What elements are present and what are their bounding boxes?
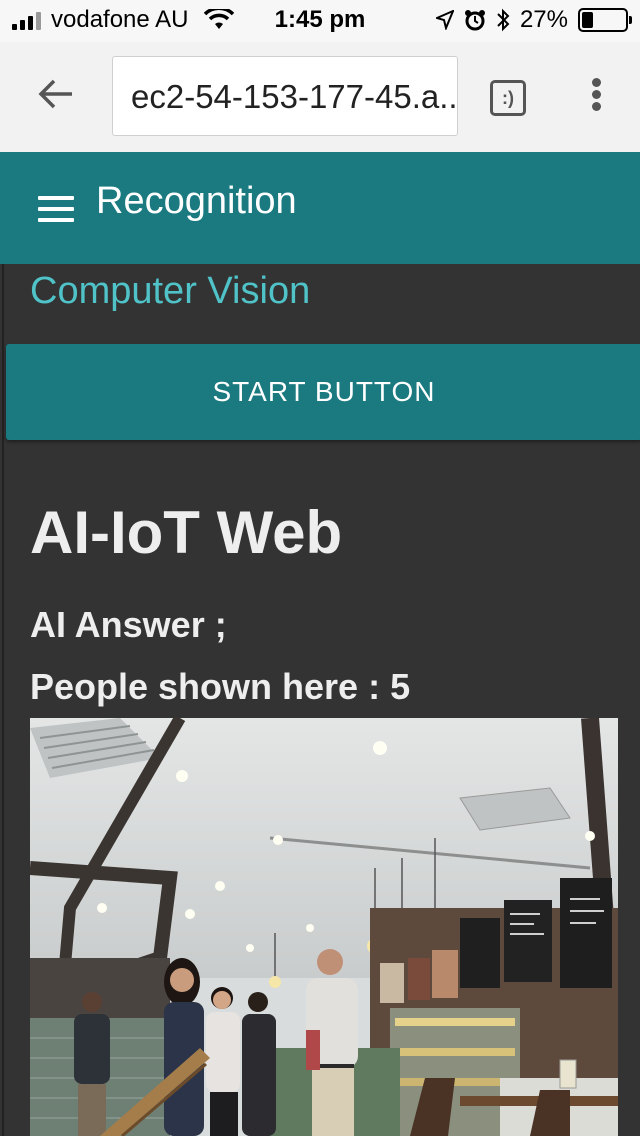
alarm-icon [464,10,485,31]
start-button[interactable]: START BUTTON [6,344,640,440]
cafe-scene [30,718,618,1136]
app-title: Recognition [96,180,297,222]
address-bar[interactable]: ec2-54-153-177-45.a... [112,56,458,136]
hamburger-icon[interactable] [38,196,74,222]
page-heading: AI-IoT Web [30,499,343,566]
overflow-menu-icon[interactable] [586,78,606,118]
section-label: Computer Vision [30,270,311,312]
main-content: Computer Vision START BUTTON AI-IoT Web … [2,264,640,1136]
battery-icon [578,8,632,32]
battery-percent: 27% [519,6,568,33]
status-right: 27% [435,6,632,34]
location-icon [435,10,454,30]
back-arrow-icon[interactable] [36,74,76,114]
app-header: Recognition [0,152,640,264]
bluetooth-icon [497,8,510,32]
camera-image [30,718,618,1136]
people-count-text: People shown here : 5 [30,666,411,707]
tab-switcher-button[interactable]: :) [490,80,526,116]
status-bar: vodafone AU 1:45 pm 27% [0,0,640,42]
ai-answer-label: AI Answer ; [30,604,227,645]
browser-toolbar: ec2-54-153-177-45.a... :) [0,42,640,152]
battery-fill [582,12,594,28]
